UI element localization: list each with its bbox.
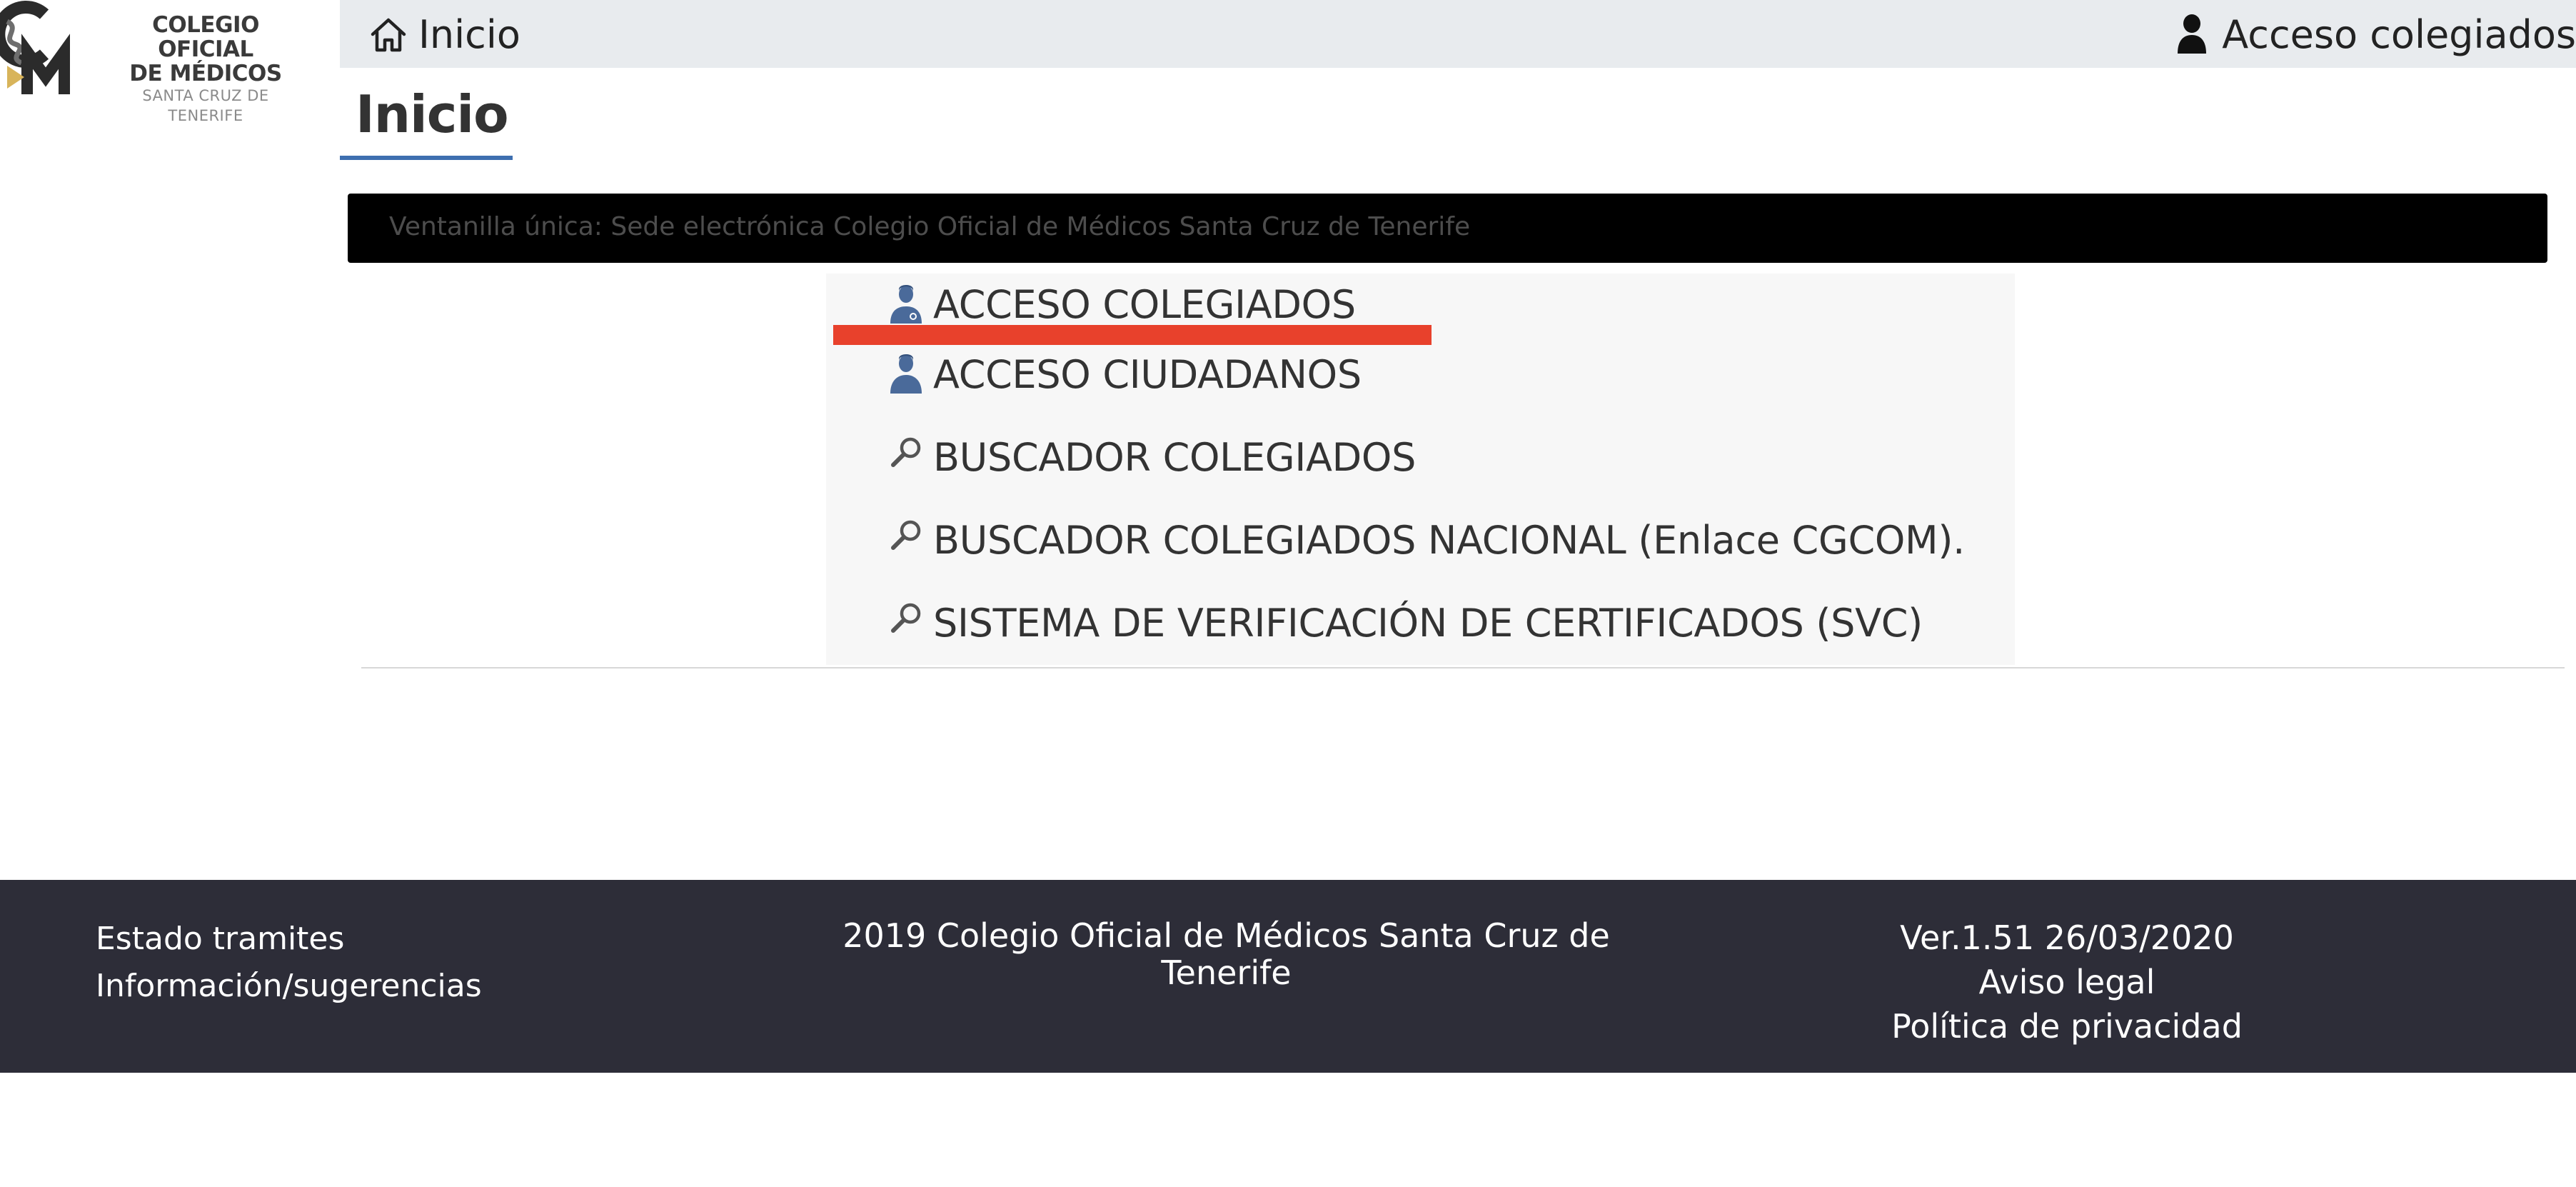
home-link[interactable]: Inicio — [368, 11, 520, 57]
user-icon — [2178, 14, 2207, 54]
footer: Estado tramites Información/sugerencias … — [0, 880, 2576, 1073]
menu-item-acceso-colegiados[interactable]: ACCESO COLEGIADOS — [889, 282, 1356, 328]
home-icon — [371, 18, 406, 52]
ventanilla-banner: Ventanilla única: Sede electrónica Coleg… — [348, 194, 2547, 263]
site-logo[interactable]: COLEGIO OFICIAL DE MÉDICOS SANTA CRUZ DE… — [0, 0, 336, 124]
selection-highlight-bar — [833, 325, 1432, 345]
estado-tramites-link[interactable]: Estado tramites — [96, 916, 482, 963]
menu-item-buscador-colegiados[interactable]: BUSCADOR COLEGIADOS — [889, 435, 1416, 481]
cm-logo-icon — [0, 1, 70, 94]
page-title: Inicio — [356, 84, 509, 144]
logo-line-1: COLEGIO OFICIAL — [152, 12, 259, 62]
search-icon — [891, 437, 921, 467]
menu-item-label: SISTEMA DE VERIFICACIÓN DE CERTIFICADOS … — [933, 601, 1923, 646]
menu-item-label: BUSCADOR COLEGIADOS — [933, 435, 1417, 480]
citizen-icon — [890, 354, 922, 394]
acceso-colegiados-label: Acceso colegiados — [2222, 11, 2576, 57]
aviso-legal-link[interactable]: Aviso legal — [1813, 960, 2320, 1004]
logo-line-2: DE MÉDICOS — [129, 61, 282, 86]
menu-item-label: BUSCADOR COLEGIADOS NACIONAL (Enlace CGC… — [933, 518, 1965, 563]
page-title-underline — [340, 156, 513, 160]
menu-item-sistema-verificacion[interactable]: SISTEMA DE VERIFICACIÓN DE CERTIFICADOS … — [889, 601, 1923, 646]
banner-text: Ventanilla única: Sede electrónica Coleg… — [389, 212, 1471, 241]
copyright-line-2: Tenerife — [1161, 953, 1292, 992]
doctor-icon — [890, 285, 922, 324]
menu-divider — [361, 667, 2565, 668]
search-icon — [891, 603, 921, 633]
politica-privacidad-link[interactable]: Política de privacidad — [1813, 1004, 2320, 1048]
menu-item-label: ACCESO COLEGIADOS — [933, 282, 1356, 327]
version-text: Ver.1.51 26/03/2020 — [1900, 918, 2234, 957]
home-link-label: Inicio — [418, 11, 520, 57]
copyright-line-1: 2019 Colegio Oficial de Médicos Santa Cr… — [842, 916, 1610, 955]
menu-item-buscador-nacional[interactable]: BUSCADOR COLEGIADOS NACIONAL (Enlace CGC… — [889, 518, 1965, 564]
menu-item-acceso-ciudadanos[interactable]: ACCESO CIUDADANOS — [889, 352, 1362, 398]
search-icon — [891, 520, 921, 550]
informacion-sugerencias-link[interactable]: Información/sugerencias — [96, 963, 482, 1010]
logo-line-3: SANTA CRUZ DE TENERIFE — [142, 87, 269, 124]
menu-item-label: ACCESO CIUDADANOS — [933, 352, 1362, 397]
acceso-colegiados-link[interactable]: Acceso colegiados — [2176, 11, 2576, 57]
top-nav-bar: Inicio Acceso colegiados — [340, 0, 2576, 68]
